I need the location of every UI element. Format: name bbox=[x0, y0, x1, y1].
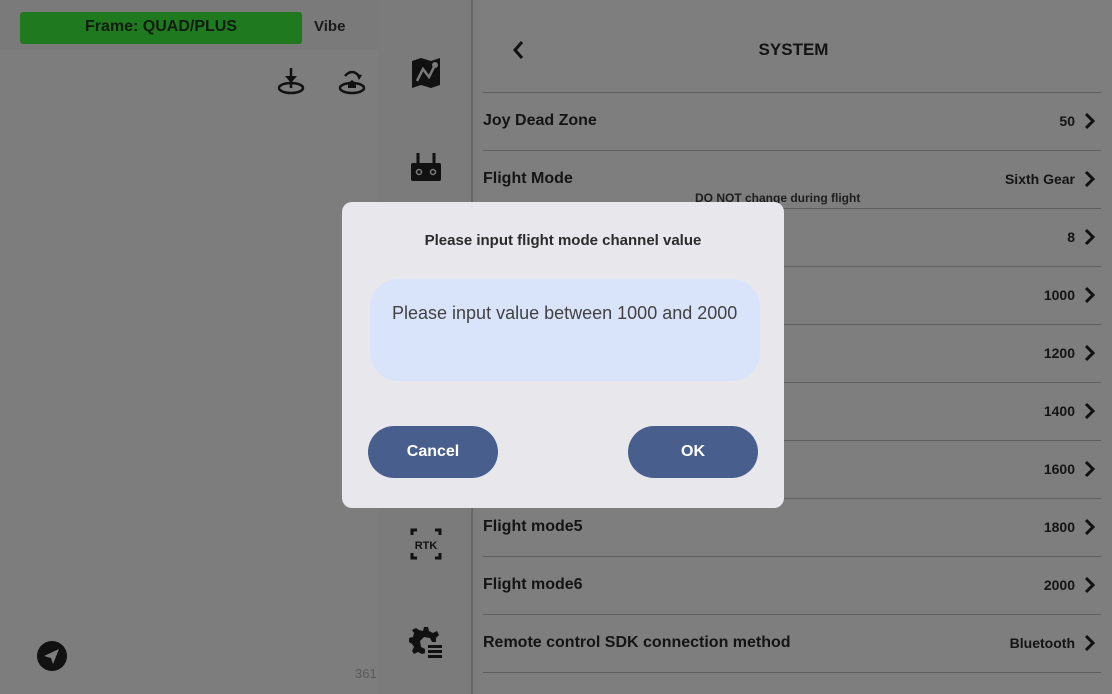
panel-header: SYSTEM bbox=[475, 0, 1112, 92]
rtk-icon[interactable]: RTK bbox=[408, 526, 444, 562]
setting-row-divider bbox=[483, 672, 1101, 694]
page-title: SYSTEM bbox=[758, 40, 829, 59]
setting-value: 1800 bbox=[1043, 519, 1075, 535]
setting-row-joy-dead-zone[interactable]: Joy Dead Zone 50 bbox=[483, 92, 1101, 150]
setting-value: 1600 bbox=[1043, 461, 1075, 477]
setting-value: Sixth Gear bbox=[1004, 171, 1075, 187]
return-home-icon[interactable] bbox=[337, 66, 367, 96]
setting-label: Joy Dead Zone bbox=[483, 112, 597, 129]
channel-value-dialog: Please input flight mode channel value C… bbox=[342, 202, 784, 508]
chevron-right-icon bbox=[1084, 402, 1096, 420]
chevron-right-icon bbox=[1084, 634, 1096, 652]
chevron-right-icon bbox=[1084, 576, 1096, 594]
setting-value: 2000 bbox=[1043, 577, 1075, 593]
setting-value: 1000 bbox=[1043, 287, 1075, 303]
setting-value: 1200 bbox=[1043, 345, 1075, 361]
cancel-button[interactable]: Cancel bbox=[368, 426, 498, 478]
chevron-right-icon bbox=[1084, 460, 1096, 478]
setting-label: Flight Mode bbox=[483, 170, 573, 187]
setting-label: Flight mode6 bbox=[483, 576, 583, 593]
setting-row-flight-mode[interactable]: Flight Mode DO NOT change during flight … bbox=[483, 150, 1101, 208]
setting-value: 1400 bbox=[1043, 403, 1075, 419]
ok-button[interactable]: OK bbox=[628, 426, 758, 478]
chevron-right-icon bbox=[1084, 344, 1096, 362]
chevron-right-icon bbox=[1084, 170, 1096, 188]
setting-row-sdk-connection[interactable]: Remote control SDK connection method Blu… bbox=[483, 614, 1101, 672]
channel-value-input[interactable] bbox=[370, 279, 760, 381]
remote-controller-icon[interactable] bbox=[408, 150, 444, 186]
settings-icon[interactable] bbox=[408, 625, 444, 661]
setting-label: Remote control SDK connection method bbox=[483, 634, 791, 651]
map-icon[interactable] bbox=[408, 55, 444, 91]
setting-value: 50 bbox=[1059, 113, 1075, 129]
rtk-label: RTK bbox=[415, 540, 438, 552]
frame-type-badge: Frame: QUAD/PLUS bbox=[20, 12, 302, 44]
chevron-right-icon bbox=[1084, 228, 1096, 246]
dialog-title: Please input flight mode channel value bbox=[424, 232, 702, 249]
setting-label: Flight mode5 bbox=[483, 518, 583, 535]
chevron-right-icon bbox=[1084, 518, 1096, 536]
setting-value: Bluetooth bbox=[1009, 635, 1075, 651]
takeoff-icon[interactable] bbox=[276, 66, 306, 96]
send-icon[interactable] bbox=[36, 640, 68, 672]
setting-value: 8 bbox=[1067, 229, 1075, 245]
map-view[interactable]: Frame: QUAD/PLUS Vibe 361 bbox=[0, 0, 378, 694]
chevron-right-icon bbox=[1084, 112, 1096, 130]
telemetry-value: 361 bbox=[355, 666, 377, 681]
setting-row-flight-mode6[interactable]: Flight mode6 2000 bbox=[483, 556, 1101, 614]
chevron-right-icon bbox=[1084, 286, 1096, 304]
vibe-indicator[interactable]: Vibe bbox=[314, 18, 345, 35]
